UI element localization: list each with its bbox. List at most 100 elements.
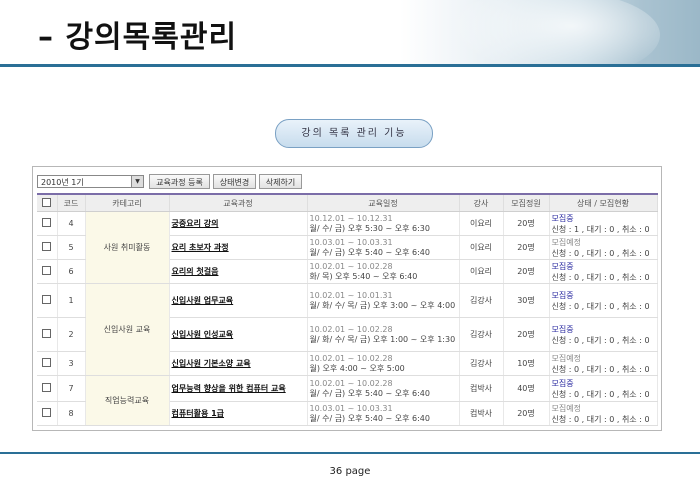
status-badge: 모집예정 — [551, 237, 581, 247]
schedule-period: 10.03.01 ~ 10.03.31 — [309, 403, 393, 413]
schedule-period: 10.03.01 ~ 10.03.31 — [309, 237, 393, 247]
table-row: 1 신입사원 교육 신입사원 업무교육 10.02.01 ~ 10.01.31 월… — [37, 283, 658, 376]
status-badge: 모집중 — [551, 378, 574, 388]
schedule-days: 월/ 수/ 금) 오후 5:40 ~ 오후 6:40 — [309, 247, 430, 257]
course-link[interactable]: 요리 초보자 과정 — [172, 243, 229, 252]
chevron-down-icon[interactable]: ▼ — [131, 176, 143, 187]
course-link[interactable]: 컴퓨터활용 1급 — [172, 409, 225, 418]
code-cell: 6 — [57, 259, 86, 284]
column-header-category: 카테고리 — [85, 193, 170, 212]
register-course-button[interactable]: 교육과정 등록 — [149, 174, 210, 189]
teacher-cell: 김강사 — [459, 351, 504, 376]
code-cell: 4 — [57, 211, 86, 236]
enrollment-counts: 신청 : 0 , 대기 : 0 , 취소 : 0 — [551, 364, 650, 374]
table-row: 7 직업능력교육 업무능력 향상을 위한 컴퓨터 교육 10.02.01 ~ 1… — [37, 375, 658, 426]
teacher-cell: 컴박사 — [459, 401, 504, 426]
select-all-cell[interactable] — [37, 193, 58, 212]
page-number: 36 page — [329, 466, 371, 477]
footer-divider — [0, 452, 700, 454]
code-cell: 5 — [57, 235, 86, 260]
enrollment-counts: 신청 : 0 , 대기 : 0 , 취소 : 0 — [551, 389, 650, 399]
code-cell: 2 — [57, 317, 86, 352]
course-link[interactable]: 신입사원 기본소양 교육 — [172, 359, 251, 368]
teacher-cell: 컴박사 — [459, 375, 504, 402]
column-header-capacity: 모집정원 — [503, 193, 550, 212]
section-label: 강의 목록 관리 기능 — [275, 119, 433, 148]
capacity-cell: 10명 — [503, 351, 550, 376]
schedule-period: 10.02.01 ~ 10.02.28 — [309, 261, 393, 271]
slide-header: – 강의목록관리 — [0, 0, 700, 80]
schedule-days: 월/ 화/ 수/ 목/ 금) 오후 1:00 ~ 오후 1:30 — [309, 334, 456, 344]
course-link[interactable]: 신입사원 업무교육 — [172, 296, 234, 305]
capacity-cell: 20명 — [503, 211, 550, 236]
teacher-cell: 김강사 — [459, 283, 504, 318]
capacity-cell: 20명 — [503, 235, 550, 260]
category-cell: 직업능력교육 — [85, 375, 170, 426]
code-cell: 7 — [57, 375, 86, 402]
row-checkbox[interactable] — [42, 358, 52, 367]
schedule-days: 월) 오후 4:00 ~ 오후 5:00 — [309, 363, 405, 373]
schedule-days: 월/ 화/ 수/ 목/ 금) 오후 3:00 ~ 오후 4:00 — [309, 300, 456, 310]
enrollment-counts: 신청 : 0 , 대기 : 0 , 취소 : 0 — [551, 335, 650, 345]
enrollment-counts: 신청 : 0 , 대기 : 0 , 취소 : 0 — [551, 414, 650, 424]
course-list-panel: 2010년 1기 ▼ 교육과정 등록 상태변경 삭제하기 코드 카테고리 교육과… — [32, 166, 662, 431]
header-decoration — [400, 0, 700, 80]
row-checkbox[interactable] — [42, 383, 52, 392]
course-link[interactable]: 신입사원 인성교육 — [172, 330, 234, 339]
course-link[interactable]: 요리의 첫걸음 — [172, 267, 219, 276]
semester-value: 2010년 1기 — [41, 178, 84, 187]
capacity-cell: 20명 — [503, 401, 550, 426]
teacher-cell: 이요리 — [459, 211, 504, 236]
delete-button[interactable]: 삭제하기 — [259, 174, 302, 189]
status-change-button[interactable]: 상태변경 — [213, 174, 256, 189]
capacity-cell: 40명 — [503, 375, 550, 402]
row-checkbox[interactable] — [42, 295, 52, 304]
enrollment-counts: 신청 : 0 , 대기 : 0 , 취소 : 0 — [551, 272, 650, 282]
status-badge: 모집예정 — [551, 403, 581, 413]
status-badge: 모집중 — [551, 213, 574, 223]
capacity-cell: 30명 — [503, 283, 550, 318]
page-title: – 강의목록관리 — [38, 20, 238, 55]
status-badge: 모집중 — [551, 324, 574, 334]
column-header-teacher: 강사 — [459, 193, 504, 212]
course-link[interactable]: 업무능력 향상을 위한 컴퓨터 교육 — [172, 384, 286, 393]
schedule-period: 10.02.01 ~ 10.01.31 — [309, 290, 393, 300]
code-cell: 1 — [57, 283, 86, 318]
course-table: 코드 카테고리 교육과정 교육일정 강사 모집정원 상태 / 모집현황 4 사원… — [37, 193, 658, 426]
row-checkbox[interactable] — [42, 408, 52, 417]
row-checkbox[interactable] — [42, 218, 52, 227]
enrollment-counts: 신청 : 1 , 대기 : 0 , 취소 : 0 — [551, 224, 650, 234]
schedule-days: 월/ 수/ 금) 오후 5:40 ~ 오후 6:40 — [309, 413, 430, 423]
code-cell: 8 — [57, 401, 86, 426]
status-badge: 모집예정 — [551, 353, 581, 363]
teacher-cell: 김강사 — [459, 317, 504, 352]
schedule-days: 월/ 수/ 금) 오후 5:30 ~ 오후 6:30 — [309, 223, 430, 233]
schedule-period: 10.02.01 ~ 10.02.28 — [309, 324, 393, 334]
column-header-course: 교육과정 — [169, 193, 308, 212]
column-header-schedule: 교육일정 — [307, 193, 460, 212]
teacher-cell: 이요리 — [459, 235, 504, 260]
select-all-checkbox[interactable] — [42, 197, 52, 207]
schedule-period: 10.12.01 ~ 10.12.31 — [309, 213, 393, 223]
status-badge: 모집중 — [551, 290, 574, 300]
capacity-cell: 20명 — [503, 317, 550, 352]
table-row: 4 사원 취미활동 궁중요리 강의 10.12.01 ~ 10.12.31 월/ … — [37, 211, 658, 284]
column-header-code: 코드 — [57, 193, 86, 212]
category-cell: 신입사원 교육 — [85, 283, 170, 376]
row-checkbox[interactable] — [42, 329, 52, 338]
row-checkbox[interactable] — [42, 266, 52, 275]
header-divider — [0, 64, 700, 67]
course-link[interactable]: 궁중요리 강의 — [172, 219, 219, 228]
column-header-status: 상태 / 모집현황 — [549, 193, 658, 212]
category-cell: 사원 취미활동 — [85, 211, 170, 284]
enrollment-counts: 신청 : 0 , 대기 : 0 , 취소 : 0 — [551, 301, 650, 311]
schedule-days: 월/ 수/ 금) 오후 5:40 ~ 오후 6:40 — [309, 388, 430, 398]
schedule-days: 화/ 목) 오후 5:40 ~ 오후 6:40 — [309, 271, 418, 281]
schedule-period: 10.02.01 ~ 10.02.28 — [309, 378, 393, 388]
row-checkbox[interactable] — [42, 242, 52, 251]
capacity-cell: 20명 — [503, 259, 550, 284]
table-header-row: 코드 카테고리 교육과정 교육일정 강사 모집정원 상태 / 모집현황 — [37, 193, 658, 212]
semester-select[interactable]: 2010년 1기 ▼ — [37, 175, 144, 188]
schedule-period: 10.02.01 ~ 10.02.28 — [309, 353, 393, 363]
status-badge: 모집중 — [551, 261, 574, 271]
